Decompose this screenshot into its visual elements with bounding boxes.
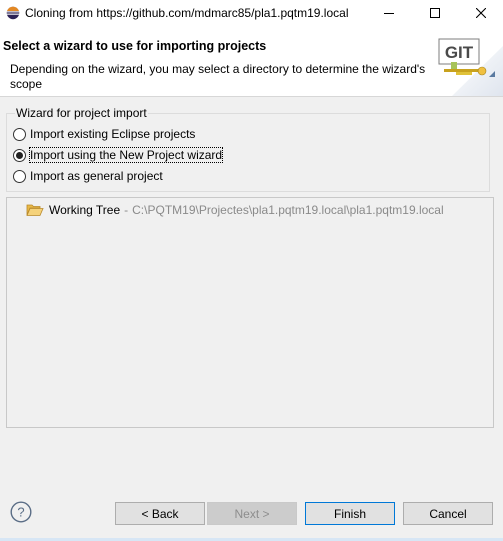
next-button[interactable]: Next > xyxy=(207,502,297,525)
tree-item-path: C:\PQTM19\Projectes\pla1.pqtm19.local\pl… xyxy=(132,203,444,217)
svg-text:GIT: GIT xyxy=(445,43,474,62)
wizard-header: Select a wizard to use for importing pro… xyxy=(0,26,503,97)
next-button-label: Next > xyxy=(234,506,270,521)
cancel-button-label: Cancel xyxy=(429,506,467,521)
tree-item-label: Working Tree xyxy=(49,203,121,217)
minimize-icon xyxy=(384,13,394,14)
folder-open-icon xyxy=(26,204,44,216)
git-import-icon: GIT xyxy=(438,38,503,96)
project-tree[interactable]: Working Tree - C:\PQTM19\Projectes\pla1.… xyxy=(6,197,494,428)
page-description: Depending on the wizard, you may select … xyxy=(10,62,426,91)
cancel-button[interactable]: Cancel xyxy=(403,502,493,525)
finish-button[interactable]: Finish xyxy=(305,502,395,525)
page-title: Select a wizard to use for importing pro… xyxy=(3,39,267,53)
radio-label: Import using the New Project wizard xyxy=(28,147,224,163)
radio-import-existing[interactable]: Import existing Eclipse projects xyxy=(13,125,195,143)
title-bar: Cloning from https://github.com/mdmarc85… xyxy=(0,0,503,26)
svg-text:?: ? xyxy=(17,505,24,520)
radio-button[interactable] xyxy=(13,127,26,141)
wizard-group-legend: Wizard for project import xyxy=(15,106,148,120)
radio-import-new-project-wizard[interactable]: Import using the New Project wizard xyxy=(13,146,224,164)
radio-label: Import as general project xyxy=(30,169,163,183)
eclipse-icon xyxy=(6,6,20,20)
radio-import-general-project[interactable]: Import as general project xyxy=(13,167,163,185)
radio-button-selected[interactable] xyxy=(13,148,26,162)
maximize-icon xyxy=(430,8,440,18)
tree-item-working-tree[interactable]: Working Tree - C:\PQTM19\Projectes\pla1.… xyxy=(26,201,444,219)
maximize-button[interactable] xyxy=(412,0,458,26)
close-button[interactable] xyxy=(458,0,503,26)
radio-label: Import existing Eclipse projects xyxy=(30,127,196,141)
help-icon[interactable]: ? xyxy=(10,501,32,523)
finish-button-label: Finish xyxy=(333,506,366,521)
window-title: Cloning from https://github.com/mdmarc85… xyxy=(25,6,349,20)
tree-item-separator: - xyxy=(124,203,129,217)
close-icon xyxy=(476,8,486,18)
minimize-button[interactable] xyxy=(366,0,412,26)
radio-button[interactable] xyxy=(13,169,26,183)
back-button[interactable]: < Back xyxy=(115,502,205,525)
back-button-label: < Back xyxy=(141,506,179,521)
